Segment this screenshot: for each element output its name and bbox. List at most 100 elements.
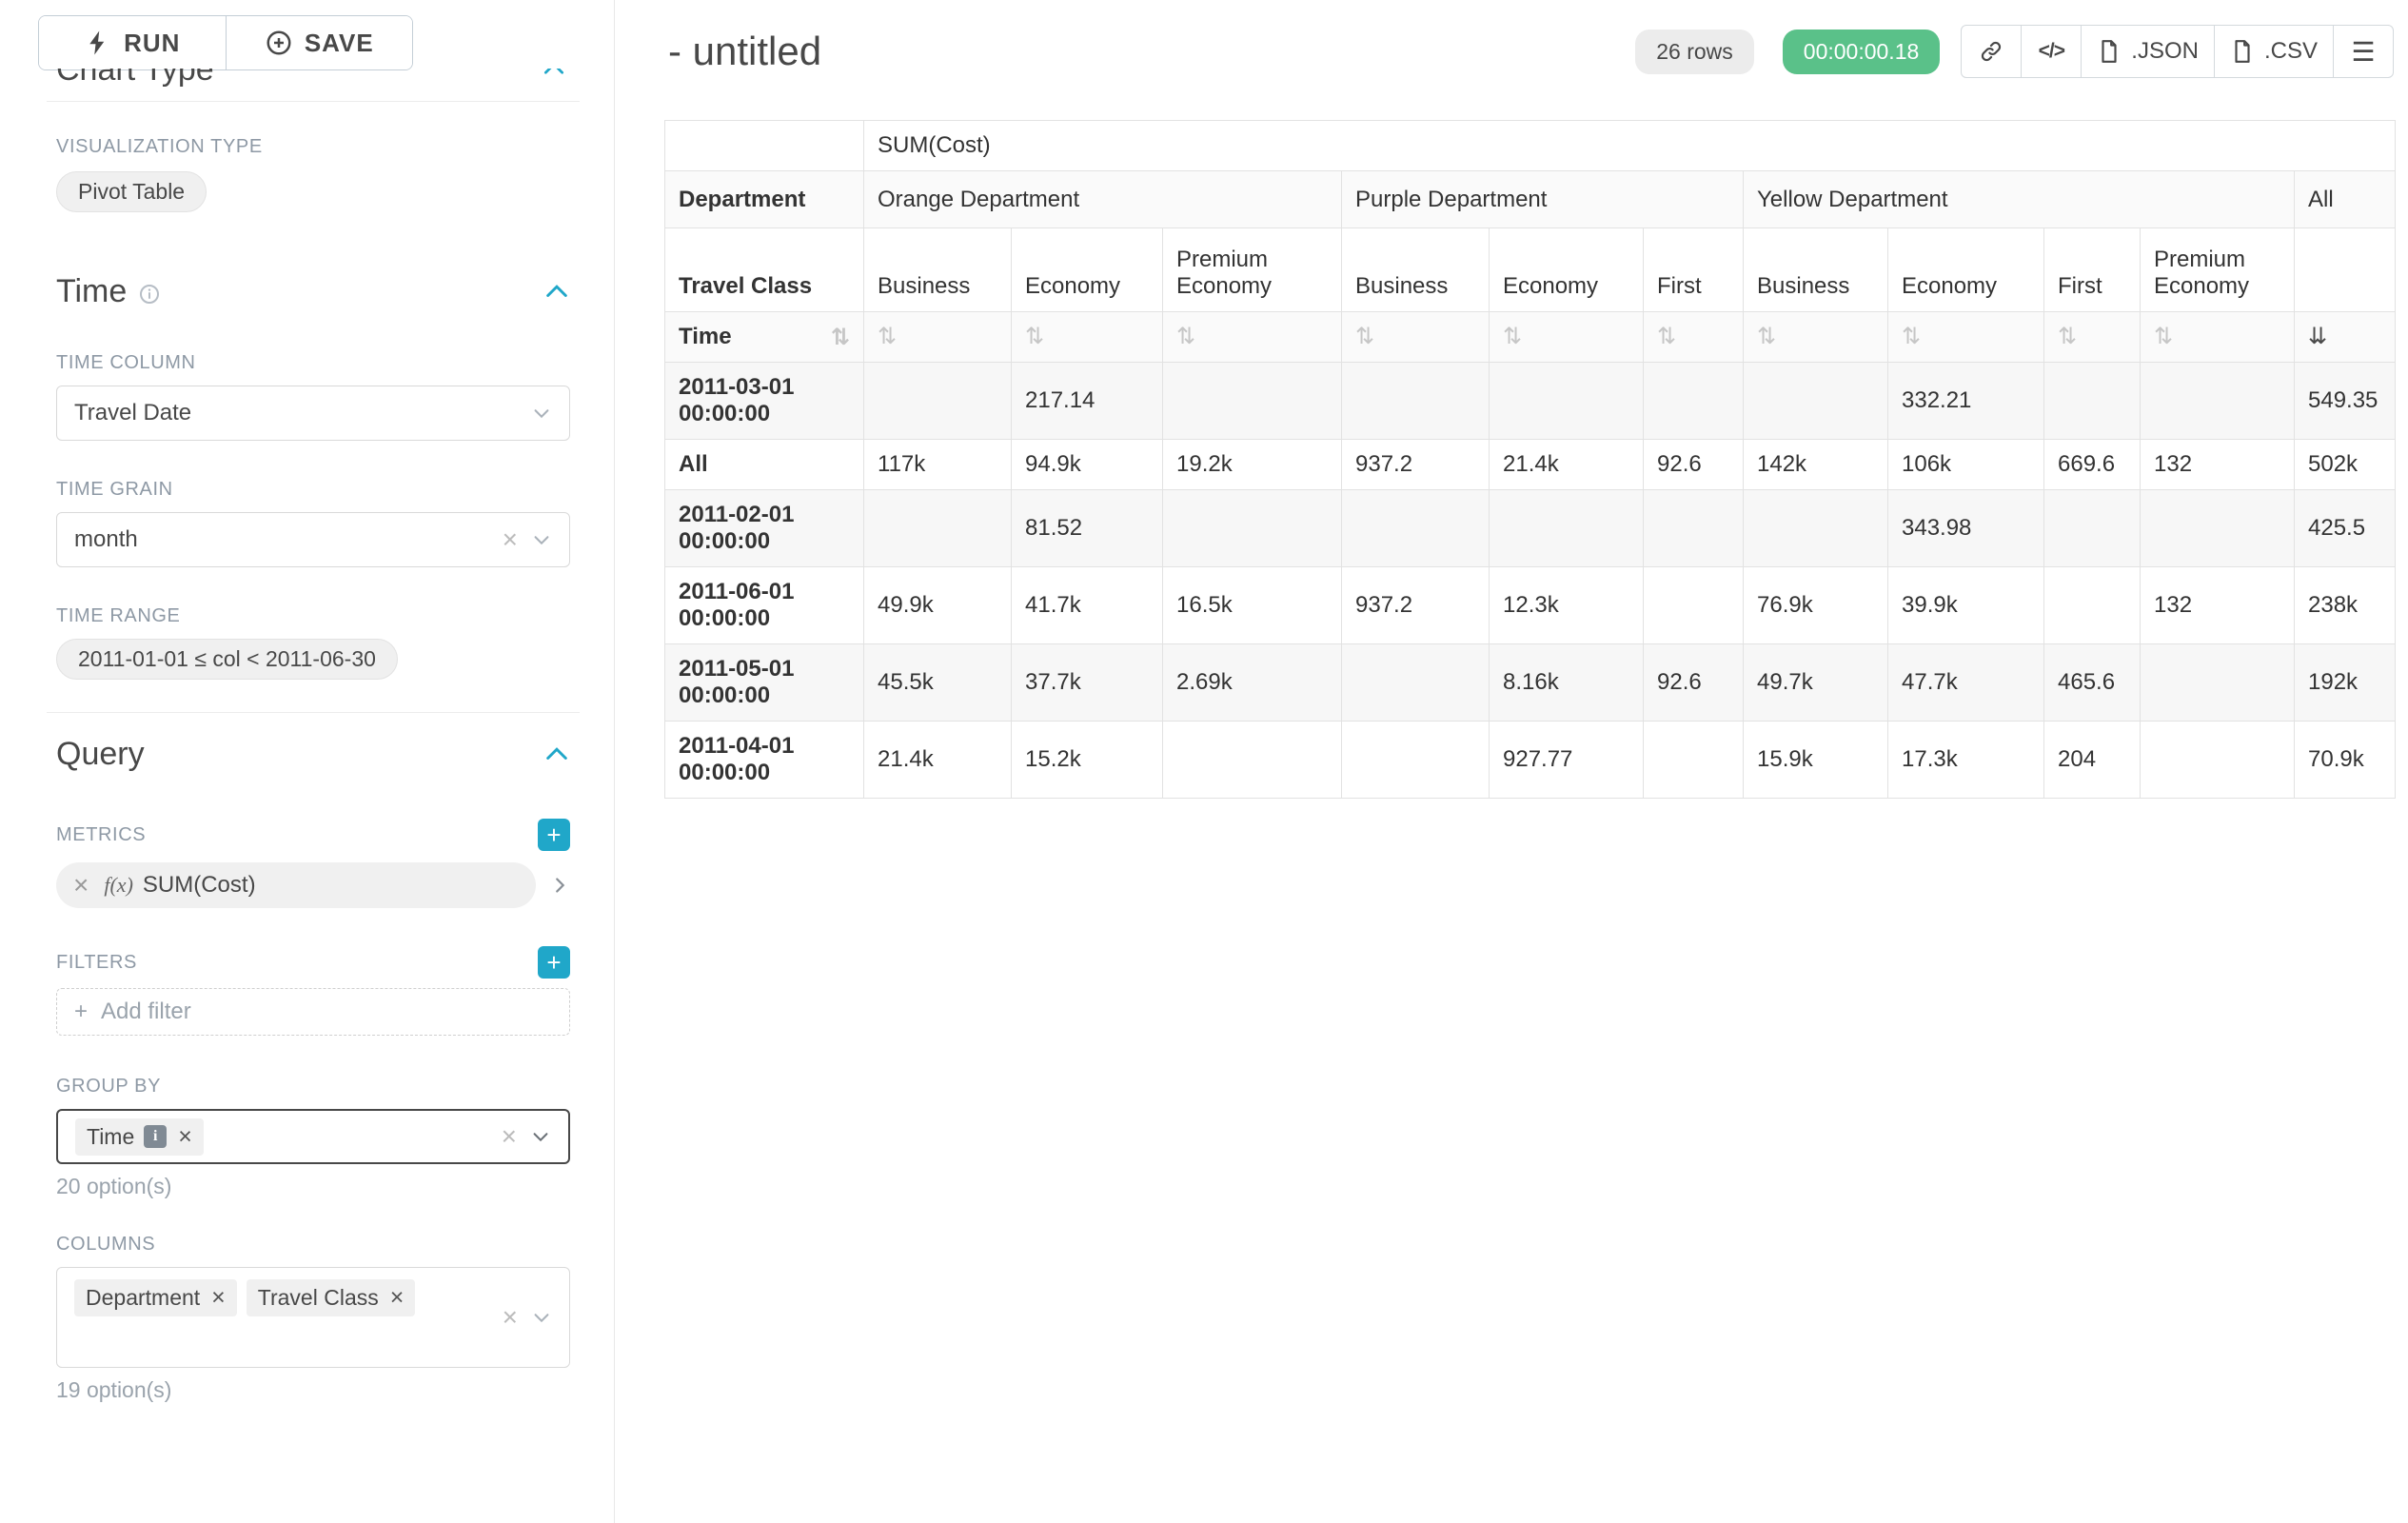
pivot-travel-class-header[interactable] <box>2295 228 2396 312</box>
sort-column-cell[interactable]: ⇅ <box>1342 312 1490 363</box>
view-query-button[interactable]: </> <box>2021 25 2082 78</box>
export-json-button[interactable]: .JSON <box>2081 25 2215 78</box>
chart-title[interactable]: - untitled <box>668 29 821 74</box>
sort-icon[interactable]: ⇅ <box>1025 323 1044 349</box>
sort-icon[interactable]: ⇅ <box>1902 323 1921 349</box>
clear-icon[interactable]: × <box>502 1123 517 1150</box>
menu-button[interactable]: ☰ <box>2333 25 2394 78</box>
pivot-cell: 17.3k <box>1888 722 2044 799</box>
visualization-type-value[interactable]: Pivot Table <box>56 171 207 212</box>
copy-link-button[interactable] <box>1961 25 2022 78</box>
remove-tag-icon[interactable]: × <box>390 1286 405 1310</box>
pivot-travel-class-header[interactable]: Business <box>1744 228 1888 312</box>
sort-column-cell[interactable]: ⇅ <box>1012 312 1163 363</box>
export-json-label: .JSON <box>2131 38 2199 65</box>
chevron-up-icon[interactable] <box>543 279 570 306</box>
time-column-select[interactable]: Travel Date <box>56 386 570 441</box>
add-filter-button[interactable]: + <box>538 946 570 979</box>
chevron-up-icon[interactable] <box>543 742 570 768</box>
query-section-header[interactable]: Query <box>56 736 570 773</box>
sort-icon[interactable]: ⇅ <box>1176 323 1195 349</box>
chart-type-section-clipped: Chart Type <box>56 69 570 93</box>
group-by-tags: Timei× <box>75 1118 204 1156</box>
chevron-right-icon[interactable] <box>549 875 570 896</box>
sort-icon[interactable]: ⇅ <box>1355 323 1374 349</box>
sort-icon[interactable]: ⇅ <box>1503 323 1522 349</box>
pivot-cell <box>864 363 1012 440</box>
run-button[interactable]: RUN <box>39 16 226 69</box>
sort-icon[interactable]: ⇅ <box>831 326 850 348</box>
sort-column-cell[interactable]: ⇅ <box>1888 312 2044 363</box>
pivot-travel-class-header[interactable]: Economy <box>1012 228 1163 312</box>
time-section-header[interactable]: Time <box>56 273 570 310</box>
group-by-select[interactable]: Timei× × <box>56 1109 570 1164</box>
pivot-cell: 669.6 <box>2044 440 2141 490</box>
remove-metric-icon[interactable]: × <box>73 872 89 899</box>
sort-desc-icon[interactable]: ⇊ <box>2308 323 2327 349</box>
pivot-travel-class-header[interactable]: First <box>2044 228 2141 312</box>
sort-column-cell[interactable]: ⇊ <box>2295 312 2396 363</box>
sort-column-cell[interactable]: ⇅ <box>1744 312 1888 363</box>
add-filter-dropzone[interactable]: + Add filter <box>56 988 570 1036</box>
sort-icon[interactable]: ⇅ <box>1657 323 1676 349</box>
pivot-corner-cell <box>665 121 864 171</box>
pivot-cell <box>2141 363 2295 440</box>
pivot-cell: 49.9k <box>864 567 1012 644</box>
time-range-value[interactable]: 2011-01-01 ≤ col < 2011-06-30 <box>56 639 398 680</box>
pivot-cell: 15.2k <box>1012 722 1163 799</box>
sort-column-cell[interactable]: ⇅ <box>864 312 1012 363</box>
pivot-travel-class-header[interactable]: Premium Economy <box>1163 228 1342 312</box>
sort-icon[interactable]: ⇅ <box>2154 323 2173 349</box>
columns-select[interactable]: Department × Travel Class × × <box>56 1267 570 1368</box>
pivot-cell <box>2141 644 2295 722</box>
clear-icon[interactable]: × <box>503 526 518 553</box>
pivot-travel-class-header[interactable]: Economy <box>1490 228 1644 312</box>
pivot-travel-class-header[interactable]: First <box>1644 228 1744 312</box>
sort-icon[interactable]: ⇅ <box>1757 323 1776 349</box>
sort-column-cell[interactable]: ⇅ <box>2141 312 2295 363</box>
pivot-travel-class-header[interactable]: Business <box>864 228 1012 312</box>
sort-column-cell[interactable]: ⇅ <box>1163 312 1342 363</box>
sort-icon[interactable]: ⇅ <box>2058 323 2077 349</box>
value-tag[interactable]: Travel Class × <box>247 1279 416 1316</box>
pivot-department-header[interactable]: All <box>2295 171 2396 228</box>
control-panel: RUN SAVE Chart Type VISUALIZATION TYPE P… <box>0 0 615 1523</box>
time-row-label: Time <box>679 324 732 350</box>
pivot-department-header[interactable]: Purple Department <box>1342 171 1744 228</box>
pivot-cell <box>1744 363 1888 440</box>
tag-label: Travel Class <box>258 1285 379 1311</box>
pivot-cell: 937.2 <box>1342 440 1490 490</box>
sort-column-cell[interactable]: ⇅ <box>2044 312 2141 363</box>
pivot-travel-class-header[interactable]: Business <box>1342 228 1490 312</box>
plus-icon: + <box>546 948 561 977</box>
pivot-cell: 217.14 <box>1012 363 1163 440</box>
pivot-cell: 132 <box>2141 567 2295 644</box>
pivot-travel-class-header[interactable]: Economy <box>1888 228 2044 312</box>
sort-column-cell[interactable]: ⇅ <box>1644 312 1744 363</box>
value-tag[interactable]: Department × <box>74 1279 237 1316</box>
time-grain-select[interactable]: month × <box>56 512 570 567</box>
tag-label: Time <box>87 1124 134 1150</box>
chevron-up-icon[interactable] <box>542 69 566 82</box>
metric-item[interactable]: × f(x) SUM(Cost) <box>56 862 536 908</box>
tag-label: Department <box>86 1285 200 1311</box>
pivot-row-header: 2011-02-01 00:00:00 <box>665 490 864 567</box>
sort-icon[interactable]: ⇅ <box>878 323 897 349</box>
pivot-cell: 92.6 <box>1644 440 1744 490</box>
pivot-travel-class-header[interactable]: Premium Economy <box>2141 228 2295 312</box>
remove-tag-icon[interactable]: × <box>178 1125 192 1149</box>
add-metric-button[interactable]: + <box>538 819 570 851</box>
export-csv-button[interactable]: .CSV <box>2214 25 2334 78</box>
pivot-travel-class-label: Travel Class <box>665 228 864 312</box>
pivot-time-label[interactable]: Time ⇅ <box>665 312 864 363</box>
save-button[interactable]: SAVE <box>226 16 413 69</box>
query-section-title: Query <box>56 736 145 773</box>
value-tag[interactable]: Timei× <box>75 1118 204 1156</box>
sort-column-cell[interactable]: ⇅ <box>1490 312 1644 363</box>
pivot-department-header[interactable]: Yellow Department <box>1744 171 2295 228</box>
pivot-department-header[interactable]: Orange Department <box>864 171 1342 228</box>
pivot-cell <box>864 490 1012 567</box>
pivot-cell <box>2044 567 2141 644</box>
clear-icon[interactable]: × <box>503 1304 518 1331</box>
remove-tag-icon[interactable]: × <box>211 1286 226 1310</box>
